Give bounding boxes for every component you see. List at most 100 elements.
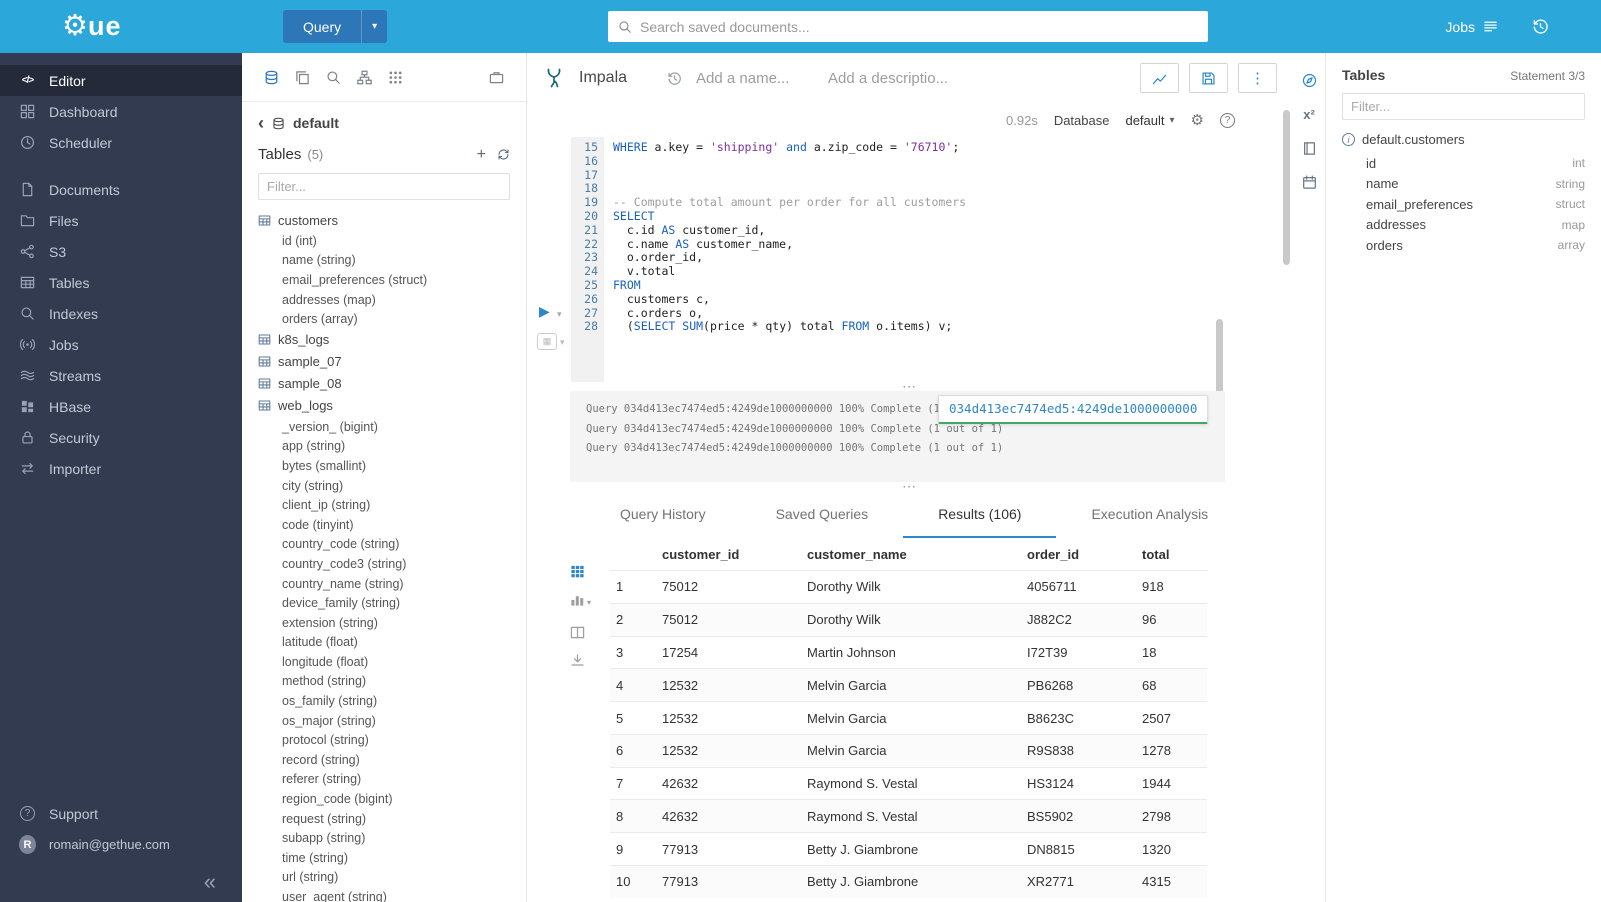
column-entry[interactable]: user_agent (string) [258, 887, 510, 902]
column-entry[interactable]: protocol (string) [258, 730, 510, 750]
grid-view-button[interactable] [570, 564, 610, 579]
table-entry[interactable]: k8s_logs [258, 329, 510, 351]
statement-menu-button[interactable]: ▦ [537, 333, 557, 350]
search-tab-icon[interactable] [326, 70, 341, 85]
table-entry[interactable]: web_logs [258, 395, 510, 417]
tab-query-history[interactable]: Query History [585, 491, 741, 538]
database-name[interactable]: default [293, 115, 339, 131]
briefcase-icon[interactable] [489, 70, 504, 85]
query-description-input[interactable] [828, 70, 978, 87]
add-table-button[interactable]: + [477, 148, 486, 162]
collapse-sidebar-button[interactable]: « [0, 860, 242, 896]
settings-gear-icon[interactable]: ⚙ [1191, 111, 1204, 129]
resize-handle[interactable]: ⋯ [527, 482, 1293, 491]
column-entry[interactable]: record (string) [258, 750, 510, 770]
history-icon[interactable] [667, 71, 682, 86]
functions-icon[interactable]: x² [1303, 107, 1315, 122]
apps-tab-icon[interactable] [388, 70, 403, 85]
right-filter-input[interactable] [1342, 93, 1585, 120]
column-entry[interactable]: ordersarray [1342, 235, 1585, 256]
column-entry[interactable]: referer (string) [258, 770, 510, 790]
refresh-icon[interactable] [497, 148, 510, 161]
databases-tab-icon[interactable] [264, 70, 279, 85]
table-filter-input[interactable] [258, 173, 510, 200]
sidebar-item-jobs[interactable]: Jobs [0, 329, 242, 360]
sidebar-item-dashboard[interactable]: Dashboard [0, 96, 242, 127]
jobs-link[interactable]: Jobs [1445, 19, 1498, 35]
columns-view-button[interactable] [570, 625, 610, 640]
download-button[interactable] [570, 653, 610, 668]
back-chevron-icon[interactable]: ‹ [258, 117, 264, 130]
query-name-input[interactable] [696, 70, 814, 87]
code-lines[interactable]: WHERE a.key = 'shipping' and a.zip_code … [604, 137, 1293, 382]
sidebar-item-indexes[interactable]: Indexes [0, 298, 242, 329]
column-entry[interactable]: latitude (float) [258, 633, 510, 653]
column-entry[interactable]: email_preferencesstruct [1342, 194, 1585, 215]
sidebar-item-streams[interactable]: Streams [0, 360, 242, 391]
query-history-icon[interactable] [1532, 18, 1549, 35]
column-entry[interactable]: os_family (string) [258, 691, 510, 711]
sidebar-item-support[interactable]: ? Support [0, 798, 242, 829]
sidebar-item-s3[interactable]: S3 [0, 236, 242, 267]
column-entry[interactable]: country_code (string) [258, 535, 510, 555]
schedule-icon[interactable] [1302, 175, 1317, 190]
column-entry[interactable]: extension (string) [258, 613, 510, 633]
column-entry[interactable]: orders (array) [258, 309, 510, 329]
documents-tab-icon[interactable] [295, 70, 310, 85]
code-editor[interactable]: ▶ ▾ ▦ ▾ 1516171819202122232425262728 WHE… [527, 137, 1293, 382]
column-entry[interactable]: app (string) [258, 437, 510, 457]
sidebar-item-tables[interactable]: Tables [0, 267, 242, 298]
query-dropdown-caret[interactable]: ▾ [361, 10, 387, 43]
results-table[interactable]: customer_idcustomer_nameorder_idtotal 17… [610, 538, 1207, 898]
column-entry[interactable]: code (tinyint) [258, 515, 510, 535]
tab-results-106[interactable]: Results (106) [903, 491, 1056, 538]
sidebar-item-scheduler[interactable]: Scheduler [0, 127, 242, 158]
execute-button[interactable]: ▶ [539, 304, 550, 318]
save-button[interactable] [1189, 63, 1228, 93]
assistant-compass-icon[interactable] [1302, 73, 1317, 88]
column-entry[interactable]: region_code (bigint) [258, 789, 510, 809]
column-entry[interactable]: namestring [1342, 174, 1585, 195]
column-entry[interactable]: _version_ (bigint) [258, 417, 510, 437]
chart-view-button[interactable]: ▾ [570, 592, 610, 612]
column-entry[interactable]: country_name (string) [258, 574, 510, 594]
tab-execution-analysis[interactable]: Execution Analysis [1056, 491, 1243, 538]
sidebar-item-hbase[interactable]: HBase [0, 391, 242, 422]
more-actions-button[interactable]: ⋮ [1238, 63, 1277, 93]
scrollbar-thumb[interactable] [1283, 110, 1290, 265]
column-entry[interactable]: url (string) [258, 868, 510, 888]
column-entry[interactable]: idint [1342, 153, 1585, 174]
sidebar-item-editor[interactable]: </>Editor [0, 65, 242, 96]
search-input[interactable] [640, 19, 1198, 35]
column-entry[interactable]: city (string) [258, 476, 510, 496]
column-entry[interactable]: addressesmap [1342, 215, 1585, 236]
user-account[interactable]: R romain@gethue.com [0, 829, 242, 860]
hue-logo[interactable]: ⚙ue [62, 8, 122, 44]
chart-button[interactable] [1140, 63, 1179, 93]
column-entry[interactable]: time (string) [258, 848, 510, 868]
query-button[interactable]: Query [283, 10, 361, 43]
sidebar-item-security[interactable]: Security [0, 422, 242, 453]
column-entry[interactable]: addresses (map) [258, 290, 510, 310]
sidebar-item-importer[interactable]: Importer [0, 453, 242, 484]
sidebar-item-files[interactable]: Files [0, 205, 242, 236]
column-entry[interactable]: email_preferences (struct) [258, 270, 510, 290]
statement-menu-caret[interactable]: ▾ [560, 337, 565, 348]
column-entry[interactable]: name (string) [258, 251, 510, 271]
tab-saved-queries[interactable]: Saved Queries [741, 491, 904, 538]
table-entry[interactable]: sample_08 [258, 373, 510, 395]
help-icon[interactable]: ? [1220, 113, 1235, 128]
table-entry[interactable]: sample_07 [258, 351, 510, 373]
column-entry[interactable]: subapp (string) [258, 828, 510, 848]
column-entry[interactable]: request (string) [258, 809, 510, 829]
column-entry[interactable]: bytes (smallint) [258, 456, 510, 476]
column-entry[interactable]: id (int) [258, 231, 510, 251]
execute-options-caret[interactable]: ▾ [557, 309, 562, 320]
sidebar-item-documents[interactable]: Documents [0, 174, 242, 205]
column-entry[interactable]: device_family (string) [258, 593, 510, 613]
active-table-entry[interactable]: i default.customers [1342, 132, 1585, 147]
resize-handle[interactable]: ⋯ [527, 382, 1293, 391]
language-reference-icon[interactable] [1302, 141, 1317, 156]
table-entry[interactable]: customers [258, 209, 510, 231]
database-selector[interactable]: default▾ [1125, 113, 1174, 128]
